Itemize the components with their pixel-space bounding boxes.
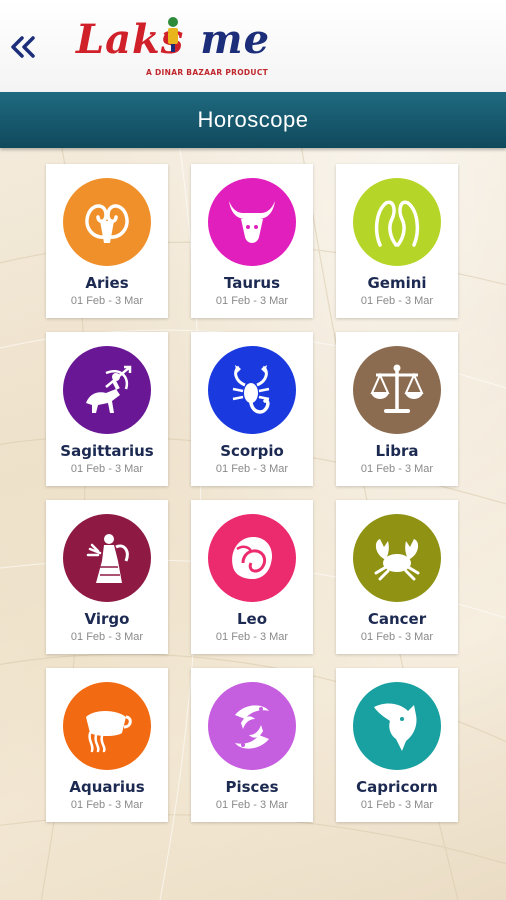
zodiac-dates: 01 Feb - 3 Mar bbox=[360, 799, 434, 811]
zodiac-card-gemini[interactable]: Gemini 01 Feb - 3 Mar bbox=[336, 164, 458, 318]
zodiac-badge bbox=[208, 178, 296, 266]
water-bearer-icon bbox=[86, 711, 132, 753]
zodiac-card-leo[interactable]: Leo 01 Feb - 3 Mar bbox=[191, 500, 313, 654]
zodiac-card-scorpio[interactable]: Scorpio 01 Feb - 3 Mar bbox=[191, 332, 313, 486]
scales-icon bbox=[370, 364, 424, 413]
zodiac-badge bbox=[353, 682, 441, 770]
zodiac-name: Cancer bbox=[367, 610, 427, 628]
goat-icon bbox=[374, 703, 417, 751]
zodiac-badge bbox=[353, 346, 441, 434]
zodiac-badge bbox=[63, 346, 151, 434]
zodiac-name: Aquarius bbox=[69, 778, 145, 796]
zodiac-badge bbox=[63, 682, 151, 770]
zodiac-badge bbox=[208, 682, 296, 770]
zodiac-dates: 01 Feb - 3 Mar bbox=[215, 295, 289, 307]
zodiac-name: Libra bbox=[375, 442, 419, 460]
double-chevron-left-icon bbox=[11, 36, 35, 58]
archer-icon bbox=[86, 365, 132, 413]
zodiac-card-aquarius[interactable]: Aquarius 01 Feb - 3 Mar bbox=[46, 668, 168, 822]
crab-icon bbox=[374, 539, 420, 581]
zodiac-card-aries[interactable]: Aries 01 Feb - 3 Mar bbox=[46, 164, 168, 318]
zodiac-dates: 01 Feb - 3 Mar bbox=[70, 463, 144, 475]
title-bar: Horoscope bbox=[0, 92, 506, 148]
zodiac-card-sagittarius[interactable]: Sagittarius 01 Feb - 3 Mar bbox=[46, 332, 168, 486]
zodiac-badge bbox=[63, 178, 151, 266]
zodiac-dates: 01 Feb - 3 Mar bbox=[70, 631, 144, 643]
zodiac-dates: 01 Feb - 3 Mar bbox=[215, 463, 289, 475]
zodiac-dates: 01 Feb - 3 Mar bbox=[215, 799, 289, 811]
zodiac-grid: Aries 01 Feb - 3 Mar Taurus 01 Feb - 3 Mar G… bbox=[46, 164, 462, 822]
twins-icon bbox=[374, 200, 420, 247]
zodiac-name: Capricorn bbox=[356, 778, 438, 796]
zodiac-dates: 01 Feb - 3 Mar bbox=[360, 463, 434, 475]
zodiac-card-libra[interactable]: Libra 01 Feb - 3 Mar bbox=[336, 332, 458, 486]
logo-tagline: A DINAR BAZAAR PRODUCT bbox=[146, 68, 269, 77]
zodiac-card-pisces[interactable]: Pisces 01 Feb - 3 Mar bbox=[191, 668, 313, 822]
zodiac-badge bbox=[353, 514, 441, 602]
zodiac-name: Aries bbox=[85, 274, 129, 292]
zodiac-badge bbox=[63, 514, 151, 602]
scorpion-icon bbox=[232, 365, 270, 414]
fish-icon bbox=[235, 705, 269, 749]
zodiac-dates: 01 Feb - 3 Mar bbox=[215, 631, 289, 643]
zodiac-badge bbox=[353, 178, 441, 266]
app-logo: Laks me A DINAR BAZAAR PRODUCT bbox=[70, 14, 269, 82]
zodiac-dates: 01 Feb - 3 Mar bbox=[360, 295, 434, 307]
zodiac-card-cancer[interactable]: Cancer 01 Feb - 3 Mar bbox=[336, 500, 458, 654]
zodiac-name: Taurus bbox=[223, 274, 281, 292]
zodiac-name: Virgo bbox=[84, 610, 130, 628]
zodiac-dates: 01 Feb - 3 Mar bbox=[70, 295, 144, 307]
zodiac-card-virgo[interactable]: Virgo 01 Feb - 3 Mar bbox=[46, 500, 168, 654]
zodiac-name: Leo bbox=[236, 610, 268, 628]
ram-icon bbox=[85, 204, 129, 243]
zodiac-name: Gemini bbox=[367, 274, 427, 292]
zodiac-name: Sagittarius bbox=[60, 442, 154, 460]
zodiac-name: Pisces bbox=[225, 778, 279, 796]
zodiac-badge bbox=[208, 346, 296, 434]
page-title: Horoscope bbox=[197, 107, 309, 132]
zodiac-dates: 01 Feb - 3 Mar bbox=[70, 799, 144, 811]
zodiac-badge bbox=[208, 514, 296, 602]
zodiac-dates: 01 Feb - 3 Mar bbox=[360, 631, 434, 643]
back-button[interactable] bbox=[6, 30, 40, 64]
app-header: Laks me A DINAR BAZAAR PRODUCT bbox=[0, 0, 506, 92]
zodiac-card-taurus[interactable]: Taurus 01 Feb - 3 Mar bbox=[191, 164, 313, 318]
lakshmi-figure-icon bbox=[163, 17, 183, 52]
zodiac-card-capricorn[interactable]: Capricorn 01 Feb - 3 Mar bbox=[336, 668, 458, 822]
bull-icon bbox=[229, 201, 275, 243]
zodiac-name: Scorpio bbox=[220, 442, 284, 460]
lion-icon bbox=[232, 537, 273, 579]
logo-text-part2: me bbox=[200, 16, 271, 63]
maiden-icon bbox=[86, 534, 129, 583]
